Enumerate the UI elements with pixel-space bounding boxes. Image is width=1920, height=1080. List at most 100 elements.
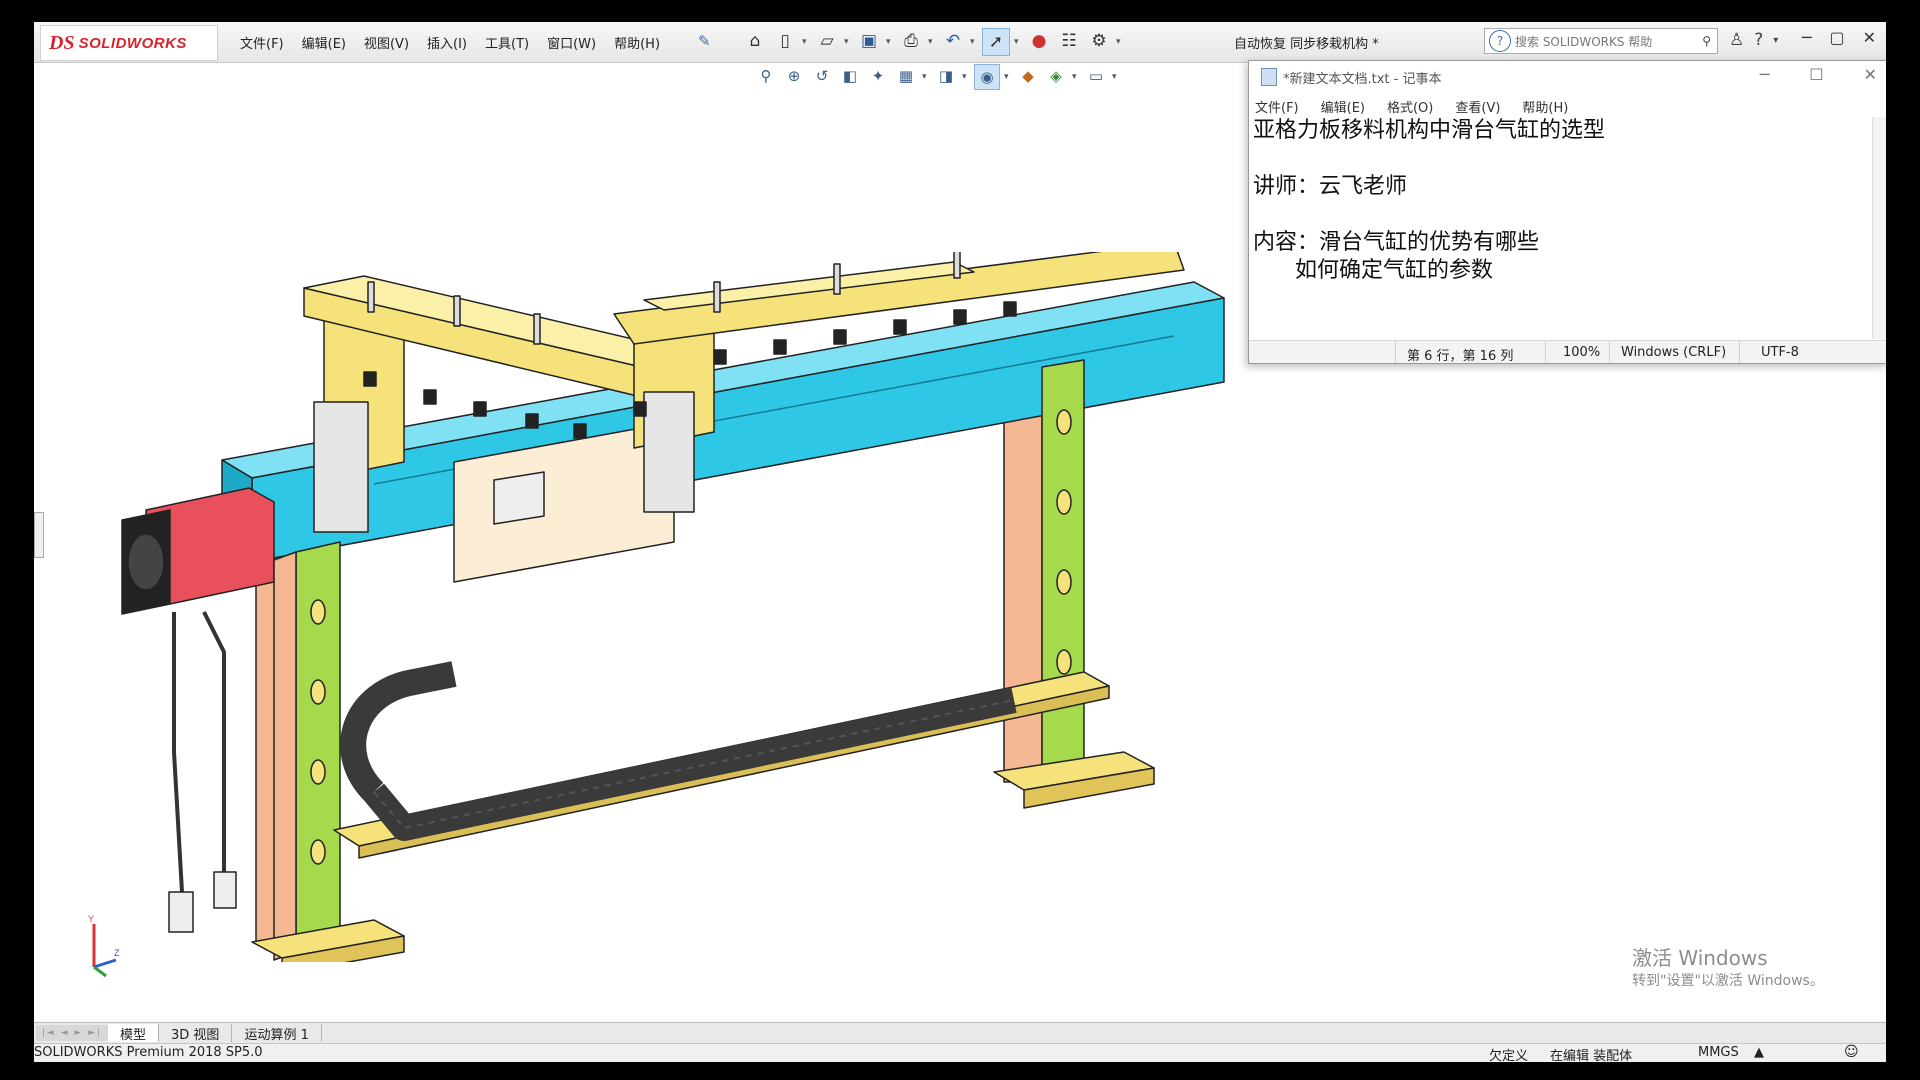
product-version: SOLIDWORKS Premium 2018 SP5.0 (34, 1045, 263, 1060)
open-dropdown-icon[interactable]: ▾ (844, 28, 852, 56)
menu-insert[interactable]: 插入(I) (427, 33, 467, 52)
notepad-scrollbar[interactable] (1872, 117, 1886, 339)
heads-up-view-toolbar: ⚲ ⊕ ↺ ◧ ✦ ▦ ▾ ◨ ▾ ◉ ▾ ◆ ◈ ▾ ▭ ▾ (754, 64, 1120, 90)
save-dropdown-icon[interactable]: ▾ (886, 28, 894, 56)
print-dropdown-icon[interactable]: ▾ (928, 28, 936, 56)
unit-system-arrow-icon[interactable]: ▲ (1754, 1045, 1764, 1060)
search-placeholder: 搜索 SOLIDWORKS 帮助 (1515, 34, 1653, 49)
text-line: 亚格力板移料机构中滑台气缸的选型 (1253, 118, 1606, 143)
previous-view-icon[interactable]: ↺ (810, 64, 834, 88)
apply-scene-icon[interactable]: ◈ (1044, 64, 1068, 88)
view-settings-dropdown-icon[interactable]: ▾ (1112, 64, 1120, 90)
status-bar: SOLIDWORKS Premium 2018 SP5.0 欠定义 在编辑 装配… (34, 1043, 1886, 1062)
notepad-window[interactable]: *新建文本文档.txt - 记事本 ─ ☐ ✕ 文件(F) 编辑(E) 格式(O… (1248, 60, 1886, 364)
save-icon[interactable]: ▣ (856, 28, 882, 54)
notepad-maximize-icon[interactable]: ☐ (1809, 65, 1823, 84)
user-icon[interactable]: ♙ (1729, 30, 1744, 50)
pin-menu-icon[interactable]: ✎ (698, 32, 711, 50)
status-help-icon[interactable]: ☺ (1844, 1044, 1859, 1060)
close-icon[interactable]: ✕ (1863, 28, 1876, 47)
edit-appearance-icon[interactable]: ◆ (1016, 64, 1040, 88)
print-icon[interactable]: ⎙ (898, 28, 924, 54)
activation-watermark-title: 激活 Windows (1632, 946, 1768, 970)
tab-motion-study[interactable]: 运动算例 1 (232, 1024, 322, 1043)
triad-y-label: Y (88, 914, 94, 924)
file-properties-icon[interactable]: ☷ (1056, 28, 1082, 54)
menu-tools[interactable]: 工具(T) (485, 33, 529, 52)
main-menu: 文件(F) 编辑(E) 视图(V) 插入(I) 工具(T) 窗口(W) 帮助(H… (240, 33, 660, 52)
menu-window[interactable]: 窗口(W) (547, 33, 596, 52)
motor-cable-2 (202, 611, 226, 872)
solidworks-logo[interactable]: DS SOLIDWORKS (40, 25, 218, 61)
apply-scene-dropdown-icon[interactable]: ▾ (1072, 64, 1080, 90)
new-document-icon[interactable]: ▯ (772, 28, 798, 54)
feature-manager-collapse-handle[interactable] (34, 512, 44, 558)
notepad-menu: 文件(F) 编辑(E) 格式(O) 查看(V) 帮助(H) (1255, 97, 1568, 116)
tab-3d-views[interactable]: 3D 视图 (159, 1024, 233, 1043)
undo-dropdown-icon[interactable]: ▾ (970, 28, 978, 56)
minimize-icon[interactable]: ─ (1802, 28, 1812, 47)
assembly-model-viewport[interactable] (74, 252, 1254, 962)
notepad-close-icon[interactable]: ✕ (1864, 65, 1877, 84)
help-icon[interactable]: ? (1754, 30, 1763, 50)
view-orientation-dropdown-icon[interactable]: ▾ (922, 64, 930, 90)
view-orientation-icon[interactable]: ▦ (894, 64, 918, 88)
screen: DS SOLIDWORKS 文件(F) 编辑(E) 视图(V) 插入(I) 工具… (34, 22, 1886, 1062)
motor-cable-1 (172, 612, 184, 893)
notepad-menu-edit[interactable]: 编辑(E) (1321, 97, 1365, 116)
definition-status: 欠定义 (1489, 1049, 1529, 1062)
dynamic-annotation-icon[interactable]: ✦ (866, 64, 890, 88)
notepad-title: *新建文本文档.txt - 记事本 (1283, 72, 1442, 87)
home-icon[interactable]: ⌂ (742, 28, 768, 54)
notepad-menu-file[interactable]: 文件(F) (1255, 97, 1299, 116)
window-controls: ─ ▢ ✕ (1802, 28, 1876, 47)
activation-watermark-hint: 转到"设置"以激活 Windows。 (1632, 973, 1824, 989)
help-dropdown-icon[interactable]: ▾ (1773, 30, 1778, 50)
menu-view[interactable]: 视图(V) (364, 33, 409, 52)
traffic-light-icon[interactable]: ● (1026, 28, 1052, 54)
notepad-status-bar: 第 6 行，第 16 列 100% Windows (CRLF) UTF-8 (1249, 340, 1886, 364)
menu-help[interactable]: 帮助(H) (614, 33, 660, 52)
text-line (1253, 201, 1863, 229)
notepad-menu-view[interactable]: 查看(V) (1455, 97, 1500, 116)
cursor-position: 第 6 行，第 16 列 (1407, 349, 1514, 364)
slide-cylinder-right (643, 391, 695, 513)
section-view-icon[interactable]: ◧ (838, 64, 862, 88)
help-search-field[interactable]: ? 搜索 SOLIDWORKS 帮助 ⚲ (1484, 28, 1718, 54)
search-icon[interactable]: ⚲ (1702, 34, 1711, 48)
zoom-to-fit-icon[interactable]: ⚲ (754, 64, 778, 88)
menu-file[interactable]: 文件(F) (240, 33, 284, 52)
select-dropdown-icon[interactable]: ▾ (1014, 28, 1022, 56)
editing-status: 在编辑 装配体 (1550, 1049, 1633, 1062)
menu-edit[interactable]: 编辑(E) (302, 33, 346, 52)
zoom-area-icon[interactable]: ⊕ (782, 64, 806, 88)
notepad-menu-help[interactable]: 帮助(H) (1522, 97, 1568, 116)
select-icon[interactable]: ➚ (982, 28, 1010, 56)
logo-text: SOLIDWORKS (78, 34, 187, 52)
document-title: 自动恢复 同步移栽机构 * (1234, 37, 1379, 52)
tab-model[interactable]: 模型 (108, 1024, 160, 1043)
encoding: UTF-8 (1761, 345, 1799, 360)
hide-show-dropdown-icon[interactable]: ▾ (1004, 64, 1012, 90)
display-style-dropdown-icon[interactable]: ▾ (962, 64, 970, 90)
open-icon[interactable]: ▱ (814, 28, 840, 54)
text-line: 讲师：云飞老师 (1253, 174, 1408, 199)
options-dropdown-icon[interactable]: ▾ (1116, 28, 1124, 56)
undo-icon[interactable]: ↶ (940, 28, 966, 54)
new-dropdown-icon[interactable]: ▾ (802, 28, 810, 56)
slide-cylinder-left (313, 401, 369, 533)
text-line: 内容：滑台气缸的优势有哪些 (1253, 230, 1540, 255)
display-style-icon[interactable]: ◨ (934, 64, 958, 88)
notepad-menu-format[interactable]: 格式(O) (1387, 97, 1433, 116)
hide-show-icon[interactable]: ◉ (974, 64, 1000, 90)
notepad-minimize-icon[interactable]: ─ (1760, 65, 1770, 84)
maximize-icon[interactable]: ▢ (1829, 28, 1844, 47)
options-gear-icon[interactable]: ⚙ (1086, 28, 1112, 54)
line-ending: Windows (CRLF) (1621, 345, 1727, 360)
notepad-text-area[interactable]: 亚格力板移料机构中滑台气缸的选型 讲师：云飞老师 内容：滑台气缸的优势有哪些 如… (1253, 117, 1863, 341)
unit-system[interactable]: MMGS (1698, 1045, 1739, 1060)
view-settings-icon[interactable]: ▭ (1084, 64, 1108, 88)
tab-scroll-arrows[interactable]: |◄ ◄ ► ►| (36, 1025, 108, 1041)
zoom-level: 100% (1563, 345, 1601, 360)
coordinate-triad: Y Z (88, 914, 120, 978)
